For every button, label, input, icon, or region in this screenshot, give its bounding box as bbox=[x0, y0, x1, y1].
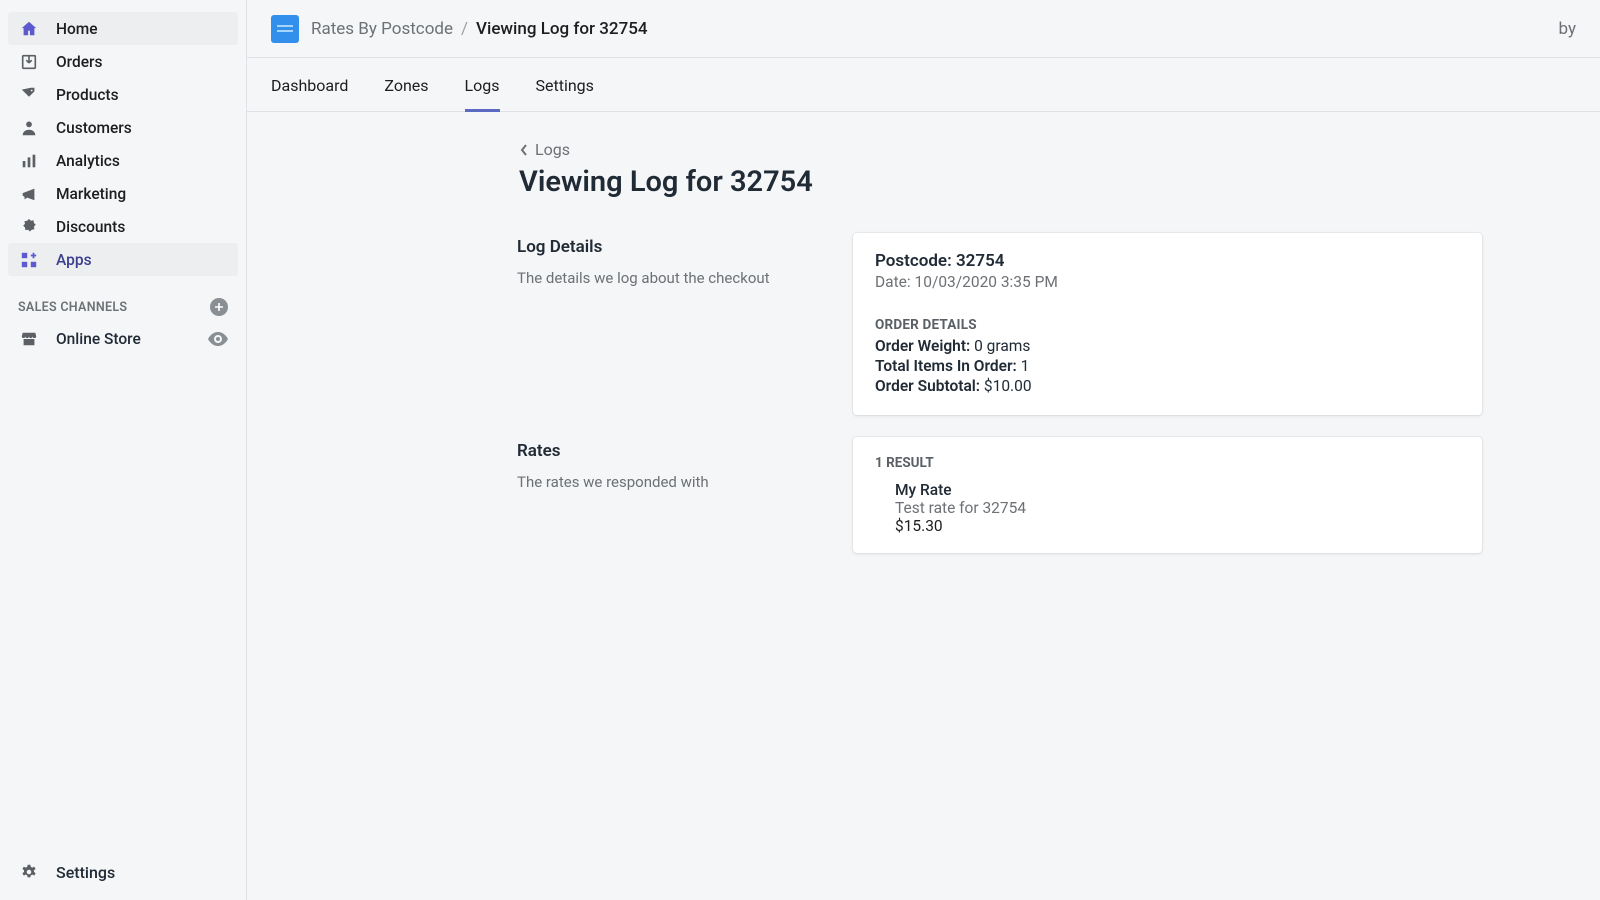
chevron-left-icon bbox=[519, 143, 529, 157]
nav-label: Orders bbox=[56, 53, 103, 71]
sidebar-settings[interactable]: Settings bbox=[8, 852, 238, 892]
rates-sub: The rates we responded with bbox=[517, 473, 827, 491]
breadcrumb: Rates By Postcode / Viewing Log for 3275… bbox=[247, 0, 1600, 58]
nav-label: Apps bbox=[56, 251, 92, 269]
discounts-icon bbox=[18, 217, 40, 237]
apps-icon bbox=[18, 250, 40, 270]
channel-label: Online Store bbox=[56, 330, 141, 348]
channel-online-store[interactable]: Online Store bbox=[8, 322, 238, 355]
page-title: Viewing Log for 32754 bbox=[519, 165, 1482, 199]
back-to-logs-link[interactable]: Logs bbox=[519, 140, 1482, 159]
rates-heading: Rates bbox=[517, 441, 827, 461]
log-details-sub: The details we log about the checkout bbox=[517, 269, 827, 287]
sidebar-item-analytics[interactable]: Analytics bbox=[8, 144, 238, 177]
rates-card: 1 RESULT My Rate Test rate for 32754 $15… bbox=[853, 437, 1482, 553]
store-icon bbox=[18, 330, 40, 348]
channels-header-label: SALES CHANNELS bbox=[18, 300, 127, 315]
app-badge-icon bbox=[271, 15, 299, 43]
orders-icon bbox=[18, 52, 40, 72]
crumb-separator: / bbox=[461, 19, 468, 39]
sidebar-item-customers[interactable]: Customers bbox=[8, 111, 238, 144]
tab-zones[interactable]: Zones bbox=[384, 76, 428, 111]
postcode-line: Postcode: 32754 bbox=[875, 251, 1460, 271]
nav-label: Analytics bbox=[56, 152, 120, 170]
sidebar-settings-label: Settings bbox=[56, 863, 115, 882]
rate-desc: Test rate for 32754 bbox=[895, 499, 1460, 517]
main: Rates By Postcode / Viewing Log for 3275… bbox=[247, 0, 1600, 900]
section-rates: Rates The rates we responded with 1 RESU… bbox=[517, 437, 1482, 553]
sidebar-item-discounts[interactable]: Discounts bbox=[8, 210, 238, 243]
gear-icon bbox=[18, 863, 40, 881]
rate-name: My Rate bbox=[895, 481, 1460, 499]
view-store-icon[interactable] bbox=[208, 332, 228, 346]
crumb-app-name[interactable]: Rates By Postcode bbox=[311, 19, 453, 39]
analytics-icon bbox=[18, 151, 40, 171]
nav-label: Marketing bbox=[56, 185, 126, 203]
tabs: Dashboard Zones Logs Settings bbox=[247, 58, 1600, 112]
home-icon bbox=[18, 19, 40, 39]
sidebar-item-marketing[interactable]: Marketing bbox=[8, 177, 238, 210]
rate-price: $15.30 bbox=[895, 517, 1460, 535]
nav-label: Home bbox=[56, 20, 98, 38]
log-details-heading: Log Details bbox=[517, 237, 827, 257]
sidebar-item-products[interactable]: Products bbox=[8, 78, 238, 111]
marketing-icon bbox=[18, 184, 40, 204]
back-label: Logs bbox=[535, 140, 570, 159]
nav-label: Customers bbox=[56, 119, 132, 137]
customers-icon bbox=[18, 118, 40, 138]
crumb-page: Viewing Log for 32754 bbox=[476, 19, 648, 39]
tab-dashboard[interactable]: Dashboard bbox=[271, 76, 348, 111]
sidebar: Home Orders Products Customers Analytics… bbox=[0, 0, 247, 900]
channels-header: SALES CHANNELS bbox=[8, 276, 238, 322]
date-line: Date: 10/03/2020 3:35 PM bbox=[875, 273, 1460, 291]
order-details-header: ORDER DETAILS bbox=[875, 317, 1460, 333]
add-channel-icon[interactable] bbox=[210, 298, 228, 316]
order-weight: Order Weight: 0 grams bbox=[875, 337, 1460, 355]
topbar-right-text: by bbox=[1559, 19, 1577, 39]
page-body: Logs Viewing Log for 32754 Log Details T… bbox=[247, 112, 1600, 603]
products-icon bbox=[18, 85, 40, 105]
nav-label: Products bbox=[56, 86, 119, 104]
log-details-card: Postcode: 32754 Date: 10/03/2020 3:35 PM… bbox=[853, 233, 1482, 415]
tab-logs[interactable]: Logs bbox=[465, 76, 500, 111]
sidebar-item-home[interactable]: Home bbox=[8, 12, 238, 45]
sidebar-item-orders[interactable]: Orders bbox=[8, 45, 238, 78]
tab-settings[interactable]: Settings bbox=[536, 76, 594, 111]
sidebar-item-apps[interactable]: Apps bbox=[8, 243, 238, 276]
rates-results-header: 1 RESULT bbox=[875, 455, 1460, 471]
order-subtotal: Order Subtotal: $10.00 bbox=[875, 377, 1460, 395]
rate-item: My Rate Test rate for 32754 $15.30 bbox=[875, 481, 1460, 535]
section-log-details: Log Details The details we log about the… bbox=[517, 233, 1482, 415]
nav-label: Discounts bbox=[56, 218, 125, 236]
order-items: Total Items In Order: 1 bbox=[875, 357, 1460, 375]
